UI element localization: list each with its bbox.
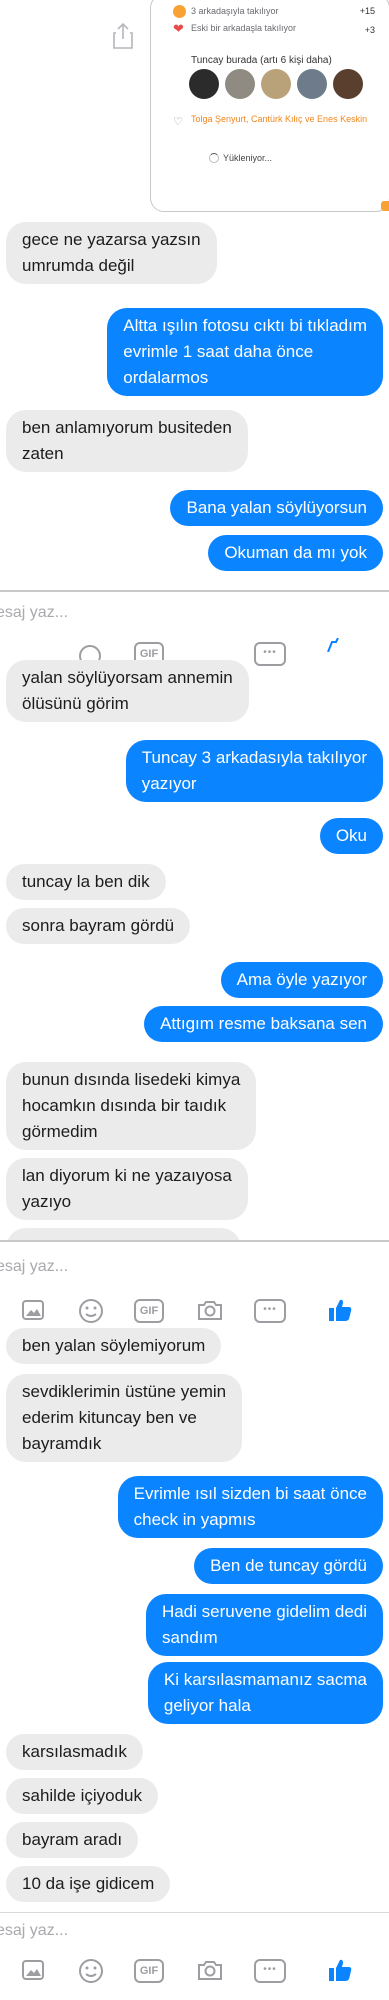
- message-bubble-outgoing: Okuman da mı yok: [208, 535, 383, 571]
- message-bubble-incoming: sonra bayram gördü: [6, 908, 191, 944]
- message-bubble-outgoing: Bana yalan söylüyorsun: [170, 490, 383, 526]
- more-icon[interactable]: •••: [254, 1299, 286, 1323]
- message-bubble-outgoing: Ama öyle yazıyor: [220, 962, 383, 998]
- avatar[interactable]: [225, 69, 255, 99]
- avatar[interactable]: [297, 69, 327, 99]
- message-bubble-outgoing: Oku: [319, 818, 383, 854]
- screenshot-panel-3: esaj yaz... GIF ••• ben yalan söylemiyor…: [0, 1242, 389, 2000]
- like-icon[interactable]: [326, 1956, 354, 1984]
- message-bubble-incoming: gece ne yazarsa yazsın umrumda değil: [6, 222, 217, 284]
- message-bubble-incoming: sahilde içiyoduk: [6, 1778, 159, 1814]
- message-bubble-outgoing: Attıgım resme baksana sen: [144, 1006, 383, 1042]
- gif-icon[interactable]: GIF: [134, 1299, 164, 1323]
- more-icon[interactable]: •••: [254, 1959, 286, 1983]
- avatar[interactable]: [333, 69, 363, 99]
- message-bubble-incoming: bayram aradı: [6, 1822, 139, 1858]
- messenger-badge-icon: [381, 201, 389, 211]
- camera-icon[interactable]: [196, 1958, 224, 1982]
- card-row-label: 3 arkadaşıyla takılıyor: [191, 6, 279, 16]
- message-bubble-outgoing: Tuncay 3 arkadasıyla takılıyor yazıyor: [125, 740, 383, 802]
- message-bubble-incoming: ben yalan söylemiyorum: [6, 1328, 222, 1364]
- photo-gallery-icon[interactable]: [20, 1958, 46, 1982]
- message-bubble-incoming: tuncay la ben dik: [6, 864, 166, 900]
- message-bubble-incoming: yalan söylüyorsam annemin ölüsünü görim: [6, 660, 249, 722]
- composer-toolbar: GIF •••: [0, 1958, 389, 1998]
- like-icon[interactable]: [326, 1296, 354, 1324]
- tagged-people-link[interactable]: Tolga Şenyurt, Cantürk Kılıç ve Enes Kes…: [191, 113, 381, 125]
- heart-outline-icon: ♡: [173, 116, 183, 128]
- group-icon: [173, 5, 186, 18]
- like-icon[interactable]: [326, 638, 348, 652]
- card-row-count: +3: [364, 25, 375, 35]
- message-bubble-incoming: ben anlamıyorum busiteden zaten: [6, 410, 248, 472]
- loading-spinner-icon: [209, 153, 219, 163]
- share-icon[interactable]: [112, 22, 134, 50]
- message-bubble-incoming-cut: [6, 1228, 241, 1240]
- gif-icon[interactable]: GIF: [134, 1959, 164, 1983]
- emoji-icon[interactable]: [78, 1958, 104, 1984]
- message-bubble-outgoing: Hadi seruvene gidelim dedi sandım: [145, 1594, 383, 1656]
- message-bubble-incoming: bunun dısında lisedeki kimya hocamkın dıs…: [6, 1062, 257, 1150]
- card-row-label: Eski bir arkadaşla takılıyor: [191, 23, 297, 33]
- shared-checkin-card[interactable]: 3 arkadaşıyla takılıyor +15 ❤ Eski bir a…: [150, 0, 389, 212]
- loading-label: Yükleniyor...: [223, 153, 273, 163]
- message-bubble-incoming: 10 da işe gidicem: [6, 1866, 171, 1902]
- more-icon[interactable]: •••: [254, 642, 286, 666]
- screenshot-panel-2: esaj yaz... GIF ••• yalan söylüyorsam an…: [0, 592, 389, 1240]
- message-bubble-outgoing: Evrimle ısıl sizden bi saat önce check in…: [117, 1476, 383, 1538]
- message-bubble-incoming: karsılasmadık: [6, 1734, 143, 1770]
- message-bubble-incoming: sevdiklerimin üstüne yemin ederim kitunca…: [6, 1374, 243, 1462]
- message-bubble-outgoing: Altta ışılın fotosu cıktı bi tıkladım evr…: [107, 308, 383, 396]
- message-input[interactable]: esaj yaz...: [0, 604, 68, 622]
- emoji-icon[interactable]: [78, 1298, 104, 1324]
- composer-divider: [0, 1912, 389, 1913]
- screenshot-panel-1: 3 arkadaşıyla takılıyor +15 ❤ Eski bir a…: [0, 0, 389, 590]
- card-row-count: +15: [359, 6, 375, 16]
- message-bubble-incoming: lan diyorum ki ne yazaıyosa yazıyo: [6, 1158, 248, 1220]
- camera-icon[interactable]: [196, 1298, 224, 1322]
- photo-gallery-icon[interactable]: [20, 1298, 46, 1322]
- avatar[interactable]: [189, 69, 219, 99]
- message-input[interactable]: esaj yaz...: [0, 1922, 68, 1940]
- card-title: Tuncay burada (artı 6 kişi daha): [191, 55, 332, 66]
- heart-icon: ❤: [173, 21, 184, 36]
- message-bubble-outgoing: Ki karsılasmamanız sacma geliyor hala: [147, 1662, 383, 1724]
- message-bubble-outgoing: Ben de tuncay gördü: [194, 1548, 383, 1584]
- avatar[interactable]: [261, 69, 291, 99]
- message-input[interactable]: esaj yaz...: [0, 1258, 68, 1276]
